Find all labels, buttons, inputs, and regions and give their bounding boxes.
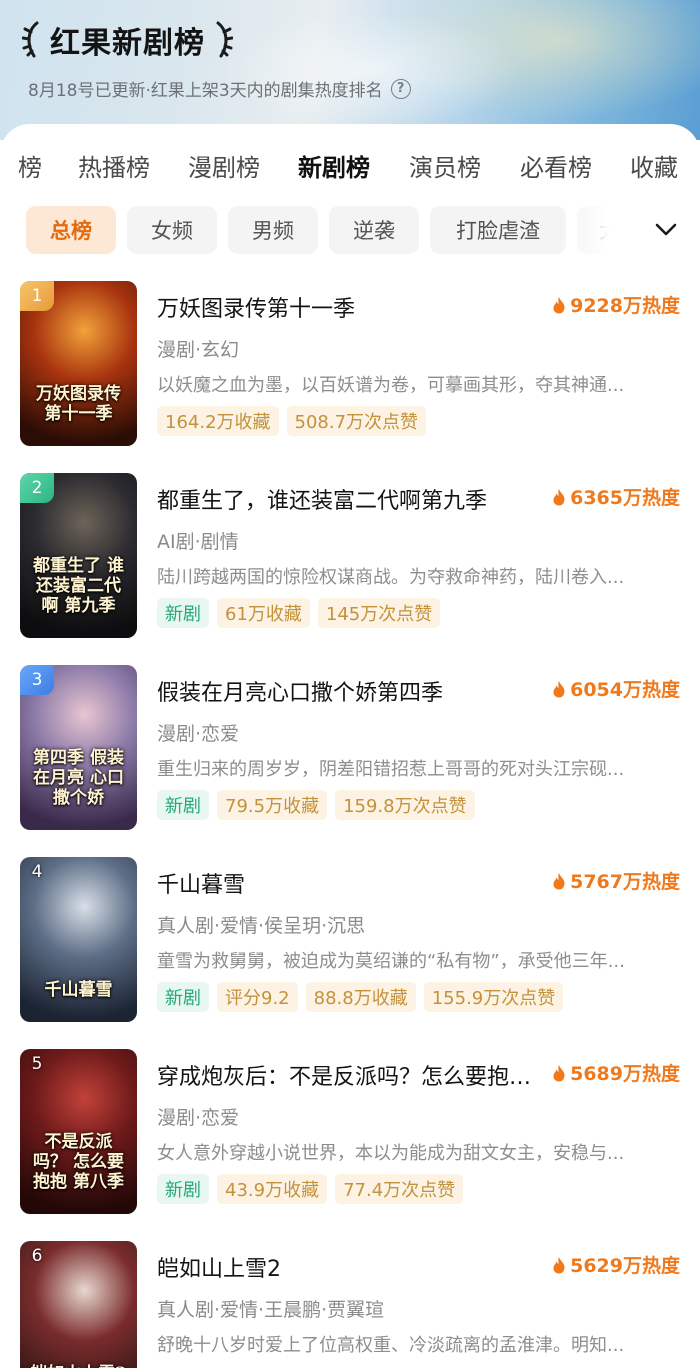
stat-tag: 164.2万收藏: [157, 406, 279, 436]
flame-icon: [553, 488, 565, 505]
list-item[interactable]: 都重生了 谁还装富二代啊 第九季 2 都重生了，谁还装富二代啊第九季 6365万…: [0, 473, 700, 645]
new-badge: 新剧: [157, 598, 209, 628]
drama-description: 重生归来的周岁岁，阴差阳错招惹上哥哥的死对头江宗砚...: [157, 759, 625, 780]
drama-description: 舒晚十八岁时爱上了位高权重、冷淡疏离的孟淮津。明知...: [157, 1335, 625, 1356]
list-item[interactable]: 不是反派吗？ 怎么要抱抱 第八季 5 穿成炮灰后：不是反派吗？怎么要抱抱第八季 …: [0, 1049, 700, 1221]
tag-row: 新剧 61万收藏 145万次点赞: [157, 598, 441, 628]
help-icon[interactable]: ?: [390, 78, 411, 99]
tab-partial[interactable]: 榜: [18, 148, 42, 183]
filter-chip-female[interactable]: 女频: [127, 206, 217, 254]
drama-meta: 真人剧·爱情·侯呈玥·沉思: [157, 915, 366, 937]
stat-tag: 88.8万收藏: [305, 982, 416, 1012]
tab-bar: 榜 热播榜 漫剧榜 新剧榜 演员榜 必看榜 收藏: [0, 148, 700, 192]
list-item[interactable]: 万妖图录传 第十一季 1 万妖图录传第十一季 9228万热度 漫剧·玄幻 以妖魔…: [0, 281, 700, 453]
poster-title-art: 第四季 假装在月亮 心口撒个娇: [33, 748, 124, 808]
stat-tag: 评分9.2: [217, 982, 298, 1012]
drama-title[interactable]: 千山暮雪: [157, 867, 547, 899]
stat-tag: 61万收藏: [217, 598, 310, 628]
filter-bar: 总榜 女频 男频 逆袭 打脸虐渣 大: [0, 206, 700, 256]
drama-description: 童雪为救舅舅，被迫成为莫绍谦的“私有物”，承受他三年...: [157, 951, 625, 972]
rank-badge: 6: [31, 1246, 43, 1266]
new-badge: 新剧: [157, 1174, 209, 1204]
tag-row: 新剧 43.9万收藏 77.4万次点赞: [157, 1174, 464, 1204]
stat-tag: 508.7万次点赞: [286, 406, 427, 436]
stat-tag: 159.8万次点赞: [335, 790, 475, 820]
new-badge: 新剧: [157, 982, 209, 1012]
drama-meta: 漫剧·恋爱: [157, 1107, 240, 1129]
tab-new[interactable]: 新剧榜: [298, 148, 370, 183]
tag-row: 新剧 79.5万收藏 159.8万次点赞: [157, 790, 475, 820]
poster-title-art: 万妖图录传 第十一季: [36, 384, 121, 424]
tag-row: 新剧 评分9.2 88.8万收藏 155.9万次点赞: [157, 982, 564, 1012]
tab-hot[interactable]: 热播榜: [78, 148, 150, 183]
heat-score: 6365万热度: [552, 483, 680, 510]
drama-description: 女人意外穿越小说世界，本以为能成为甜文女主，安稳与...: [157, 1143, 625, 1164]
page-subtitle: 8月18号已更新·红果上架3天内的剧集热度排名: [28, 81, 383, 101]
stat-tag: 155.9万次点赞: [423, 982, 564, 1012]
poster-title-art: 不是反派吗？ 怎么要抱抱 第八季: [33, 1132, 124, 1192]
header-cloud: [220, 10, 520, 130]
heat-score: 9228万热度: [552, 291, 680, 318]
rank-badge: 1: [20, 281, 54, 311]
list-item[interactable]: 第四季 假装在月亮 心口撒个娇 3 假装在月亮心口撒个娇第四季 6054万热度 …: [0, 665, 700, 837]
tab-comic[interactable]: 漫剧榜: [188, 148, 260, 183]
poster-title-art: 皑如山上雪2: [28, 1364, 129, 1368]
drama-meta: 漫剧·恋爱: [157, 723, 240, 745]
heat-value: 5689万热度: [570, 1063, 680, 1085]
filter-chip-male[interactable]: 男频: [228, 206, 318, 254]
page-header: 红果新剧榜 8月18号已更新·红果上架3天内的剧集热度排名 ?: [0, 0, 700, 140]
title-row: 红果新剧榜: [22, 18, 233, 62]
heat-score: 6054万热度: [552, 675, 680, 702]
flame-icon: [553, 1256, 565, 1273]
heat-value: 9228万热度: [570, 295, 680, 317]
filter-chip-revenge[interactable]: 打脸虐渣: [430, 206, 566, 254]
rank-badge: 4: [31, 862, 43, 882]
subtitle-row: 8月18号已更新·红果上架3天内的剧集热度排名 ?: [28, 76, 411, 101]
heat-value: 6365万热度: [570, 487, 680, 509]
flame-icon: [553, 296, 565, 313]
rank-badge: 3: [20, 665, 54, 695]
drama-meta: AI剧·剧情: [157, 531, 239, 553]
drama-title[interactable]: 穿成炮灰后：不是反派吗？怎么要抱抱第八季: [157, 1059, 547, 1091]
drama-title[interactable]: 万妖图录传第十一季: [157, 291, 547, 323]
heat-value: 5767万热度: [570, 871, 680, 893]
laurel-left-icon: [22, 20, 42, 60]
laurel-right-icon: [213, 20, 233, 60]
chevron-down-icon[interactable]: [650, 210, 682, 250]
stat-tag: 145万次点赞: [317, 598, 441, 628]
tab-actor[interactable]: 演员榜: [409, 148, 481, 183]
filter-chip-comeback[interactable]: 逆袭: [329, 206, 419, 254]
filter-chip-all[interactable]: 总榜: [26, 206, 116, 254]
poster-title-art: 千山暮雪: [44, 980, 113, 1000]
list-item[interactable]: 皑如山上雪2 6 皑如山上雪2 5629万热度 真人剧·爱情·王晨鹏·贾翼瑄 舒…: [0, 1241, 700, 1368]
page-title: 红果新剧榜: [50, 26, 205, 61]
drama-description: 以妖魔之血为墨，以百妖谱为卷，可摹画其形，夺其神通...: [157, 375, 625, 396]
ranking-card: 榜 热播榜 漫剧榜 新剧榜 演员榜 必看榜 收藏 总榜 女频 男频 逆袭 打脸虐…: [0, 124, 700, 1368]
rank-badge: 5: [31, 1054, 43, 1074]
heat-score: 5629万热度: [552, 1251, 680, 1278]
drama-meta: 真人剧·爱情·王晨鹏·贾翼瑄: [157, 1299, 385, 1321]
tag-row: 164.2万收藏 508.7万次点赞: [157, 406, 427, 436]
stat-tag: 77.4万次点赞: [335, 1174, 464, 1204]
flame-icon: [553, 680, 565, 697]
drama-title[interactable]: 假装在月亮心口撒个娇第四季: [157, 675, 547, 707]
heat-score: 5689万热度: [552, 1059, 680, 1086]
list-item[interactable]: 千山暮雪 4 千山暮雪 5767万热度 真人剧·爱情·侯呈玥·沉思 童雪为救舅舅…: [0, 857, 700, 1029]
flame-icon: [553, 872, 565, 889]
tab-must-watch[interactable]: 必看榜: [520, 148, 592, 183]
heat-value: 5629万热度: [570, 1255, 680, 1277]
drama-title[interactable]: 都重生了，谁还装富二代啊第九季: [157, 483, 547, 515]
rank-badge: 2: [20, 473, 54, 503]
heat-score: 5767万热度: [552, 867, 680, 894]
heat-value: 6054万热度: [570, 679, 680, 701]
poster-title-art: 都重生了 谁还装富二代啊 第九季: [33, 556, 124, 616]
flame-icon: [553, 1064, 565, 1081]
drama-title[interactable]: 皑如山上雪2: [157, 1251, 547, 1283]
stat-tag: 79.5万收藏: [217, 790, 328, 820]
tab-favorites[interactable]: 收藏: [630, 148, 678, 183]
drama-description: 陆川跨越两国的惊险权谋商战。为夺救命神药，陆川卷入...: [157, 567, 625, 588]
new-badge: 新剧: [157, 790, 209, 820]
drama-meta: 漫剧·玄幻: [157, 339, 240, 361]
stat-tag: 43.9万收藏: [217, 1174, 328, 1204]
